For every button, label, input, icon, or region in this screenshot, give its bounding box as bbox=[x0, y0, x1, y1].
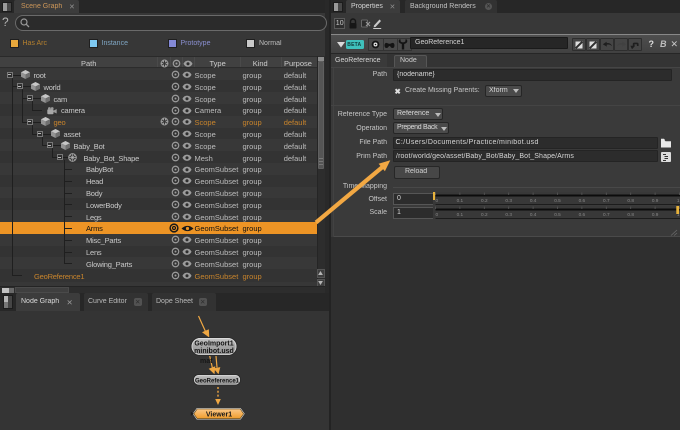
svg-text:0.1: 0.1 bbox=[457, 212, 464, 217]
svg-text:0.5: 0.5 bbox=[554, 198, 561, 203]
svg-text:0.8: 0.8 bbox=[627, 212, 634, 217]
svg-text:0.7: 0.7 bbox=[603, 198, 610, 203]
svg-text:0.1: 0.1 bbox=[457, 198, 464, 203]
svg-text:0.6: 0.6 bbox=[579, 212, 586, 217]
svg-text:0: 0 bbox=[436, 212, 439, 217]
svg-text:0.9: 0.9 bbox=[652, 198, 659, 203]
svg-text:0.3: 0.3 bbox=[505, 198, 512, 203]
svg-text:0.4: 0.4 bbox=[530, 198, 537, 203]
svg-text:minibot.usd: minibot.usd bbox=[194, 348, 234, 355]
svg-text:0.9: 0.9 bbox=[652, 212, 659, 217]
svg-text:0.3: 0.3 bbox=[505, 212, 512, 217]
svg-text:0.6: 0.6 bbox=[579, 198, 586, 203]
svg-text:1: 1 bbox=[677, 198, 680, 203]
svg-text:0.7: 0.7 bbox=[603, 212, 610, 217]
svg-text:0.8: 0.8 bbox=[627, 198, 634, 203]
svg-text:GeoReference1: GeoReference1 bbox=[195, 378, 240, 385]
svg-text:Viewer1: Viewer1 bbox=[206, 411, 232, 418]
svg-text:0.5: 0.5 bbox=[554, 212, 561, 217]
svg-text:GeoImport1: GeoImport1 bbox=[194, 341, 233, 348]
svg-text:0.4: 0.4 bbox=[530, 212, 537, 217]
svg-text:mat: mat bbox=[200, 358, 213, 365]
svg-text:0: 0 bbox=[436, 198, 439, 203]
svg-text:0.2: 0.2 bbox=[481, 198, 488, 203]
svg-text:0.2: 0.2 bbox=[481, 212, 488, 217]
